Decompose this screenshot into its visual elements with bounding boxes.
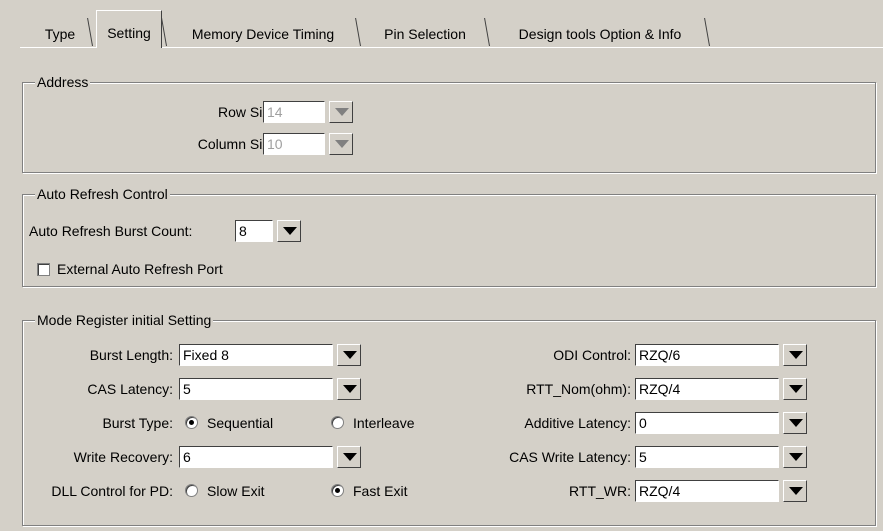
burst-type-interleave-label: Interleave bbox=[353, 415, 415, 431]
dll-slow-exit-label: Slow Exit bbox=[207, 483, 265, 499]
dll-fast-exit-label: Fast Exit bbox=[353, 483, 408, 499]
additive-latency-select[interactable]: 0 bbox=[635, 412, 779, 434]
cas-latency-select[interactable]: 5 bbox=[179, 378, 333, 400]
dll-fast-exit-radio[interactable] bbox=[331, 484, 344, 497]
mode-register-group: Mode Register initial Setting Burst Leng… bbox=[22, 312, 876, 526]
burst-length-label: Burst Length: bbox=[89, 347, 173, 363]
mode-register-legend: Mode Register initial Setting bbox=[35, 312, 214, 328]
additive-latency-label: Additive Latency: bbox=[524, 415, 631, 431]
column-size-select[interactable]: 10 bbox=[263, 133, 325, 155]
address-group: Address Row Size: 14 Column Size: 10 bbox=[22, 74, 876, 173]
column-size-value: 10 bbox=[267, 136, 283, 152]
write-recovery-dropdown-icon[interactable] bbox=[337, 446, 361, 468]
rtt-nom-label: RTT_Nom(ohm): bbox=[526, 381, 631, 397]
additive-latency-value: 0 bbox=[639, 415, 647, 431]
tab-memory-device-timing[interactable]: Memory Device Timing bbox=[170, 16, 356, 47]
rtt-wr-label: RTT_WR: bbox=[569, 483, 631, 499]
dll-control-label: DLL Control for PD: bbox=[51, 483, 173, 499]
tab-setting-label: Setting bbox=[107, 25, 151, 41]
cas-write-latency-label: CAS Write Latency: bbox=[509, 449, 631, 465]
tab-pin-selection-label: Pin Selection bbox=[384, 26, 466, 42]
odi-control-label: ODI Control: bbox=[553, 347, 631, 363]
tab-type[interactable]: Type bbox=[30, 16, 90, 47]
rtt-nom-value: RZQ/4 bbox=[639, 381, 681, 397]
cas-latency-dropdown-icon[interactable] bbox=[337, 378, 361, 400]
burst-length-dropdown-icon[interactable] bbox=[337, 344, 361, 366]
rtt-nom-select[interactable]: RZQ/4 bbox=[635, 378, 779, 400]
odi-control-value: RZQ/6 bbox=[639, 347, 681, 363]
external-refresh-checkbox[interactable] bbox=[37, 263, 50, 276]
burst-count-select[interactable]: 8 bbox=[235, 220, 273, 242]
write-recovery-label: Write Recovery: bbox=[73, 449, 173, 465]
burst-count-dropdown-icon[interactable] bbox=[277, 220, 301, 242]
write-recovery-select[interactable]: 6 bbox=[179, 446, 333, 468]
row-size-select[interactable]: 14 bbox=[263, 101, 325, 123]
burst-count-label: Auto Refresh Burst Count: bbox=[29, 223, 193, 239]
row-size-dropdown-icon[interactable] bbox=[329, 101, 353, 123]
rtt-nom-dropdown-icon[interactable] bbox=[783, 378, 807, 400]
cas-write-latency-value: 5 bbox=[639, 449, 647, 465]
dll-slow-exit-radio[interactable] bbox=[185, 484, 198, 497]
tab-type-label: Type bbox=[44, 26, 76, 42]
row-size-value: 14 bbox=[267, 104, 283, 120]
tab-design-tools-label: Design tools Option & Info bbox=[518, 26, 682, 42]
burst-length-select[interactable]: Fixed 8 bbox=[179, 344, 333, 366]
burst-type-interleave-radio[interactable] bbox=[331, 416, 344, 429]
rtt-wr-value: RZQ/4 bbox=[639, 483, 681, 499]
cas-latency-value: 5 bbox=[183, 381, 191, 397]
burst-length-value: Fixed 8 bbox=[183, 347, 229, 363]
burst-type-sequential-radio[interactable] bbox=[185, 416, 198, 429]
cas-write-latency-select[interactable]: 5 bbox=[635, 446, 779, 468]
tab-design-tools[interactable]: Design tools Option & Info bbox=[494, 16, 706, 47]
auto-refresh-legend: Auto Refresh Control bbox=[35, 186, 170, 202]
cas-write-latency-dropdown-icon[interactable] bbox=[783, 446, 807, 468]
odi-control-dropdown-icon[interactable] bbox=[783, 344, 807, 366]
tab-bar: Type Setting Memory Device Timing Pin Se… bbox=[0, 0, 883, 48]
tab-setting[interactable]: Setting bbox=[96, 10, 162, 48]
additive-latency-dropdown-icon[interactable] bbox=[783, 412, 807, 434]
burst-type-label: Burst Type: bbox=[102, 415, 173, 431]
tab-pin-selection[interactable]: Pin Selection bbox=[364, 16, 486, 47]
cas-latency-label: CAS Latency: bbox=[87, 381, 173, 397]
rtt-wr-select[interactable]: RZQ/4 bbox=[635, 480, 779, 502]
external-refresh-label: External Auto Refresh Port bbox=[57, 261, 223, 277]
auto-refresh-group: Auto Refresh Control Auto Refresh Burst … bbox=[22, 186, 876, 287]
tab-memory-device-timing-label: Memory Device Timing bbox=[191, 26, 335, 42]
burst-count-value: 8 bbox=[239, 223, 247, 239]
rtt-wr-dropdown-icon[interactable] bbox=[783, 480, 807, 502]
burst-type-sequential-label: Sequential bbox=[207, 415, 274, 431]
address-legend: Address bbox=[35, 74, 91, 90]
column-size-dropdown-icon[interactable] bbox=[329, 133, 353, 155]
odi-control-select[interactable]: RZQ/6 bbox=[635, 344, 779, 366]
write-recovery-value: 6 bbox=[183, 449, 191, 465]
